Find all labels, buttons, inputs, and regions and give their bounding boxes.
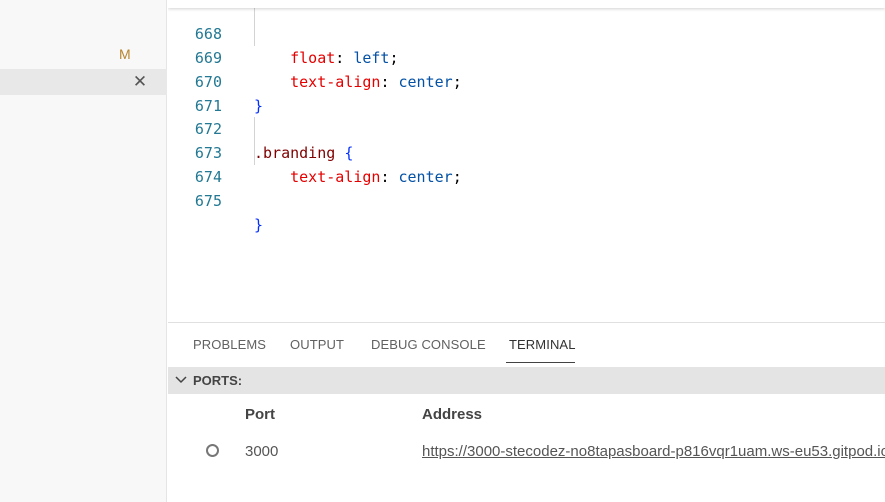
open-editor-item-modified[interactable]: M [0, 42, 167, 68]
column-header-port[interactable]: Port [245, 406, 275, 423]
ports-section-header[interactable]: PORTS: [168, 367, 885, 394]
breadcrumb [168, 0, 885, 8]
code-line: 674 [168, 141, 885, 186]
code-line: 669 text-align: center; [168, 22, 885, 91]
tab-debug-console[interactable]: DEBUG CONSOLE [371, 337, 486, 352]
code-editor[interactable]: 668 float: left; 669 text-align: center;… [168, 0, 885, 322]
active-tab-indicator [506, 362, 575, 363]
tab-output[interactable]: OUTPUT [290, 337, 344, 352]
code-text: } [254, 216, 264, 234]
explorer-sidebar: M ✕ [0, 0, 167, 502]
tab-problems[interactable]: PROBLEMS [193, 337, 266, 352]
code-line: 670 } [168, 46, 885, 115]
port-cell: 3000 [245, 443, 279, 460]
code-line: 672 .branding { [168, 93, 885, 162]
code-line: 673 text-align: center; [168, 117, 885, 186]
code-line: 671 [168, 70, 885, 115]
tab-terminal[interactable]: TERMINAL [509, 337, 576, 352]
column-header-address[interactable]: Address [422, 406, 482, 423]
address-link[interactable]: https://3000-stecodez-no8tapasboard-p816… [422, 443, 885, 460]
close-icon[interactable]: ✕ [131, 71, 149, 93]
code-line: 675 } [168, 165, 885, 234]
ports-title: PORTS: [193, 373, 243, 388]
chevron-down-icon[interactable] [174, 371, 188, 389]
indent-guide [254, 117, 255, 165]
line-number: 675 [194, 192, 222, 210]
open-editor-item-active[interactable]: ✕ [0, 69, 167, 95]
modified-badge: M [119, 46, 131, 62]
bottom-panel: PROBLEMS OUTPUT DEBUG CONSOLE TERMINAL P… [168, 322, 885, 502]
circle-outline-icon [206, 444, 219, 457]
